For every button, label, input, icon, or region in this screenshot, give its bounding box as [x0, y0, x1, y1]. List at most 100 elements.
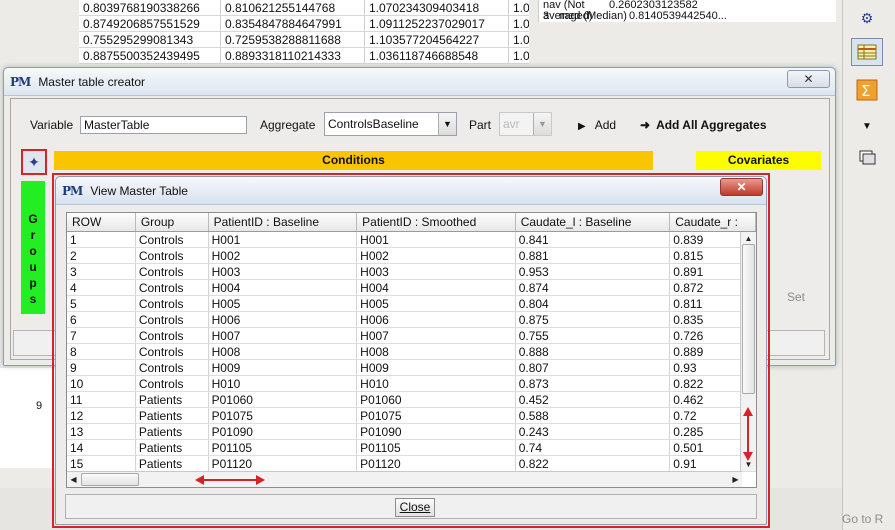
cell-group[interactable]: Controls [136, 376, 209, 391]
cell-group[interactable]: Controls [136, 296, 209, 311]
column-header-patientid-smoothed[interactable]: PatientID : Smoothed [357, 213, 516, 231]
table-row[interactable]: 7 Controls H007 H007 0.755 0.726 [67, 328, 756, 344]
table-row[interactable]: 15 Patients P01120 P01120 0.822 0.91 [67, 456, 756, 472]
table-row[interactable]: 6 Controls H006 H006 0.875 0.835 [67, 312, 756, 328]
scrollbar-thumb[interactable] [742, 244, 755, 394]
cell-group[interactable]: Controls [136, 344, 209, 359]
cell-patientid-smoothed[interactable]: P01060 [357, 392, 516, 407]
cell-caudate-l-baseline[interactable]: 0.588 [516, 408, 671, 423]
cell-group[interactable]: Patients [136, 440, 209, 455]
cell-row[interactable]: 10 [67, 376, 136, 391]
scroll-right-icon[interactable]: ▶ [729, 473, 742, 486]
cell-row[interactable]: 13 [67, 424, 136, 439]
plugin-icon[interactable]: ⚙ [851, 4, 883, 32]
table-row[interactable]: 14 Patients P01105 P01105 0.74 0.501 [67, 440, 756, 456]
cell-caudate-l-baseline[interactable]: 0.807 [516, 360, 671, 375]
cell-caudate-l-baseline[interactable]: 0.804 [516, 296, 671, 311]
cell-caudate-l-baseline[interactable]: 0.875 [516, 312, 671, 327]
close-button[interactable]: Close [395, 498, 435, 517]
cell-patientid-smoothed[interactable]: H007 [357, 328, 516, 343]
settings-gear-icon[interactable]: ✦ [21, 149, 47, 175]
cell-caudate-l-baseline[interactable]: 0.822 [516, 456, 671, 471]
cell-patientid-smoothed[interactable]: P01105 [357, 440, 516, 455]
cell-row[interactable]: 7 [67, 328, 136, 343]
cell-patientid-baseline[interactable]: H008 [209, 344, 358, 359]
cell-caudate-l-baseline[interactable]: 0.874 [516, 280, 671, 295]
add-button[interactable]: ▶ Add [578, 116, 616, 136]
cell-caudate-l-baseline[interactable]: 0.888 [516, 344, 671, 359]
dropdown-arrow-icon[interactable]: ▼ [851, 112, 883, 140]
cell-row[interactable]: 1 [67, 232, 136, 247]
cell-patientid-baseline[interactable]: H010 [209, 376, 358, 391]
cell-group[interactable]: Patients [136, 424, 209, 439]
cell-row[interactable]: 11 [67, 392, 136, 407]
cell-patientid-smoothed[interactable]: P01090 [357, 424, 516, 439]
cell-caudate-l-baseline[interactable]: 0.841 [516, 232, 671, 247]
cell-patientid-smoothed[interactable]: H008 [357, 344, 516, 359]
cell-caudate-l-baseline[interactable]: 0.74 [516, 440, 671, 455]
cell-patientid-smoothed[interactable]: H009 [357, 360, 516, 375]
scroll-left-icon[interactable]: ◀ [67, 473, 80, 486]
cell-patientid-smoothed[interactable]: H003 [357, 264, 516, 279]
cell-group[interactable]: Controls [136, 248, 209, 263]
cell-row[interactable]: 6 [67, 312, 136, 327]
table-icon[interactable] [851, 38, 883, 66]
cell-row[interactable]: 14 [67, 440, 136, 455]
chevron-down-icon[interactable]: ▼ [438, 113, 456, 135]
cell-group[interactable]: Patients [136, 408, 209, 423]
cell-row[interactable]: 15 [67, 456, 136, 471]
cell-group[interactable]: Controls [136, 280, 209, 295]
table-row[interactable]: 4 Controls H004 H004 0.874 0.872 [67, 280, 756, 296]
sum-icon[interactable]: Σ [851, 76, 883, 104]
table-row[interactable]: 5 Controls H005 H005 0.804 0.811 [67, 296, 756, 312]
cell-group[interactable]: Controls [136, 328, 209, 343]
cell-row[interactable]: 3 [67, 264, 136, 279]
master-table-grid[interactable]: ROW Group PatientID : Baseline PatientID… [66, 212, 757, 488]
cell-group[interactable]: Patients [136, 392, 209, 407]
variable-field[interactable]: MasterTable [80, 116, 247, 134]
aggregate-select[interactable]: ControlsBaseline ▼ [324, 112, 457, 136]
cell-row[interactable]: 8 [67, 344, 136, 359]
cell-caudate-l-baseline[interactable]: 0.881 [516, 248, 671, 263]
add-all-aggregates-button[interactable]: ➜ Add All Aggregates [640, 116, 767, 134]
horizontal-scrollbar[interactable]: ◀ ▶ [67, 471, 742, 487]
cell-patientid-baseline[interactable]: H002 [209, 248, 358, 263]
aggregation-list[interactable]: nav (Not averaged) 0.2602303123582 3 med… [538, 0, 836, 22]
cell-caudate-l-baseline[interactable]: 0.873 [516, 376, 671, 391]
cell-patientid-smoothed[interactable]: H004 [357, 280, 516, 295]
cell-row[interactable]: 12 [67, 408, 136, 423]
cell-patientid-baseline[interactable]: H009 [209, 360, 358, 375]
column-header-caudate-l-baseline[interactable]: Caudate_l : Baseline [516, 213, 671, 231]
cell-patientid-baseline[interactable]: H007 [209, 328, 358, 343]
table-row[interactable]: 11 Patients P01060 P01060 0.452 0.462 [67, 392, 756, 408]
cell-patientid-baseline[interactable]: P01060 [209, 392, 358, 407]
cell-caudate-l-baseline[interactable]: 0.452 [516, 392, 671, 407]
cell-row[interactable]: 5 [67, 296, 136, 311]
cell-patientid-baseline[interactable]: P01120 [209, 456, 358, 471]
cell-patientid-smoothed[interactable]: P01120 [357, 456, 516, 471]
chevron-down-icon[interactable]: ▼ [533, 113, 551, 135]
cell-patientid-smoothed[interactable]: H006 [357, 312, 516, 327]
cell-patientid-smoothed[interactable]: H002 [357, 248, 516, 263]
cell-group[interactable]: Patients [136, 456, 209, 471]
cell-patientid-baseline[interactable]: H004 [209, 280, 358, 295]
close-icon[interactable]: ✕ [787, 70, 830, 88]
cell-row[interactable]: 9 [67, 360, 136, 375]
scrollbar-thumb[interactable] [81, 473, 139, 486]
cell-patientid-baseline[interactable]: H006 [209, 312, 358, 327]
table-row[interactable]: 9 Controls H009 H009 0.807 0.93 [67, 360, 756, 376]
cell-patientid-smoothed[interactable]: P01075 [357, 408, 516, 423]
table-row[interactable]: 2 Controls H002 H002 0.881 0.815 [67, 248, 756, 264]
cell-patientid-smoothed[interactable]: H010 [357, 376, 516, 391]
cell-caudate-l-baseline[interactable]: 0.755 [516, 328, 671, 343]
cell-row[interactable]: 4 [67, 280, 136, 295]
cell-patientid-baseline[interactable]: H005 [209, 296, 358, 311]
table-row[interactable]: 12 Patients P01075 P01075 0.588 0.72 [67, 408, 756, 424]
column-header-group[interactable]: Group [136, 213, 209, 231]
cell-patientid-smoothed[interactable]: H005 [357, 296, 516, 311]
set-button[interactable]: Set [787, 290, 805, 304]
column-header-patientid-baseline[interactable]: PatientID : Baseline [209, 213, 358, 231]
table-row[interactable]: 1 Controls H001 H001 0.841 0.839 [67, 232, 756, 248]
column-header-row[interactable]: ROW [67, 213, 136, 231]
column-header-caudate-r[interactable]: Caudate_r : [670, 213, 756, 231]
